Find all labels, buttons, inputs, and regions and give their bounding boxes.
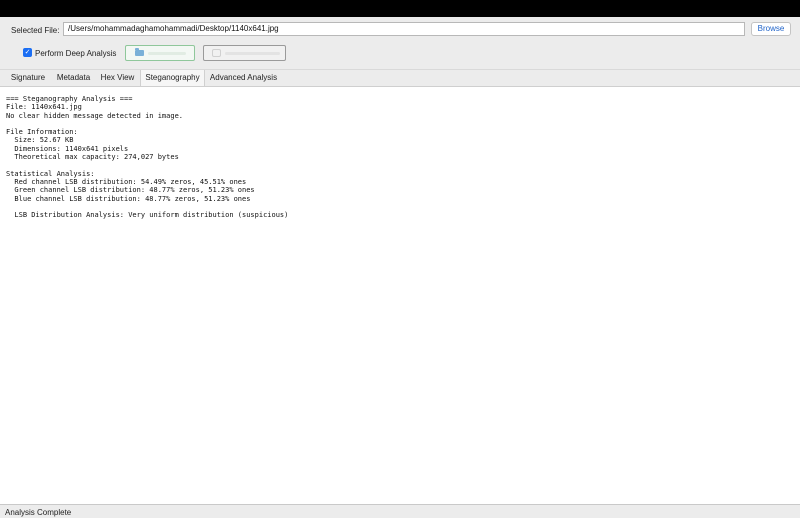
analysis-output-text: === Steganography Analysis === File: 114… <box>6 95 289 220</box>
analyze-button[interactable] <box>125 45 195 61</box>
deep-analysis-checkbox[interactable]: ✓ <box>23 48 32 57</box>
status-bar-text: Analysis Complete <box>5 508 72 517</box>
tab-metadata[interactable]: Metadata <box>53 70 94 86</box>
options-row <box>0 43 800 70</box>
file-selection-row: Selected File: /Users/mohammadaghamohamm… <box>0 17 800 43</box>
folder-icon <box>135 48 144 56</box>
tab-bar: Signature Metadata Hex View Steganograph… <box>0 70 800 87</box>
selected-file-label: Selected File: <box>11 26 60 35</box>
window-titlebar <box>0 0 800 17</box>
tab-steganography[interactable]: Steganography <box>140 70 205 86</box>
export-button[interactable] <box>203 45 286 61</box>
export-icon <box>212 49 221 57</box>
analyze-button-label-blurred <box>148 52 186 55</box>
tab-hex-view[interactable]: Hex View <box>96 70 139 86</box>
export-button-label-blurred <box>225 52 280 55</box>
checkmark-icon: ✓ <box>24 49 31 56</box>
browse-button[interactable]: Browse <box>751 22 791 36</box>
tab-signature[interactable]: Signature <box>4 70 52 86</box>
file-path-field[interactable]: /Users/mohammadaghamohammadi/Desktop/114… <box>63 22 745 36</box>
analysis-output-area[interactable]: === Steganography Analysis === File: 114… <box>0 87 800 505</box>
tab-advanced-analysis[interactable]: Advanced Analysis <box>206 70 281 86</box>
deep-analysis-label[interactable]: Perform Deep Analysis <box>35 49 116 58</box>
